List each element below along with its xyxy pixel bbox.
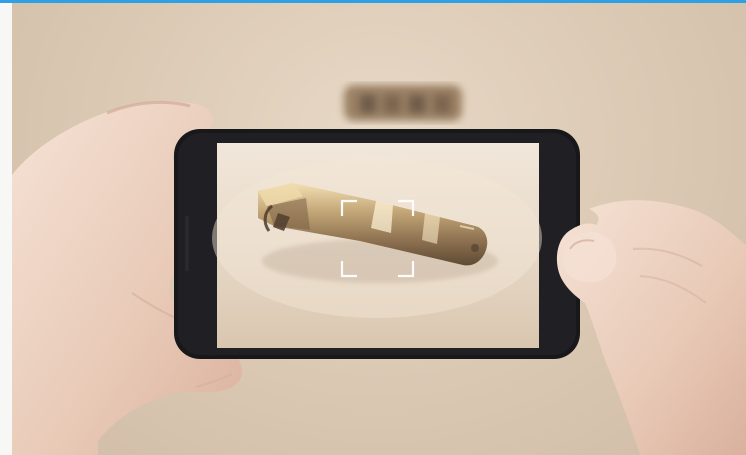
- camera-scene: [12, 3, 746, 455]
- blurred-background-object: [344, 85, 462, 121]
- left-edge-strip: [0, 3, 12, 455]
- photo-stage: [0, 0, 746, 455]
- scene-illustration: [12, 85, 746, 455]
- right-hand: [556, 200, 746, 455]
- camera-preview-screen: [212, 143, 542, 348]
